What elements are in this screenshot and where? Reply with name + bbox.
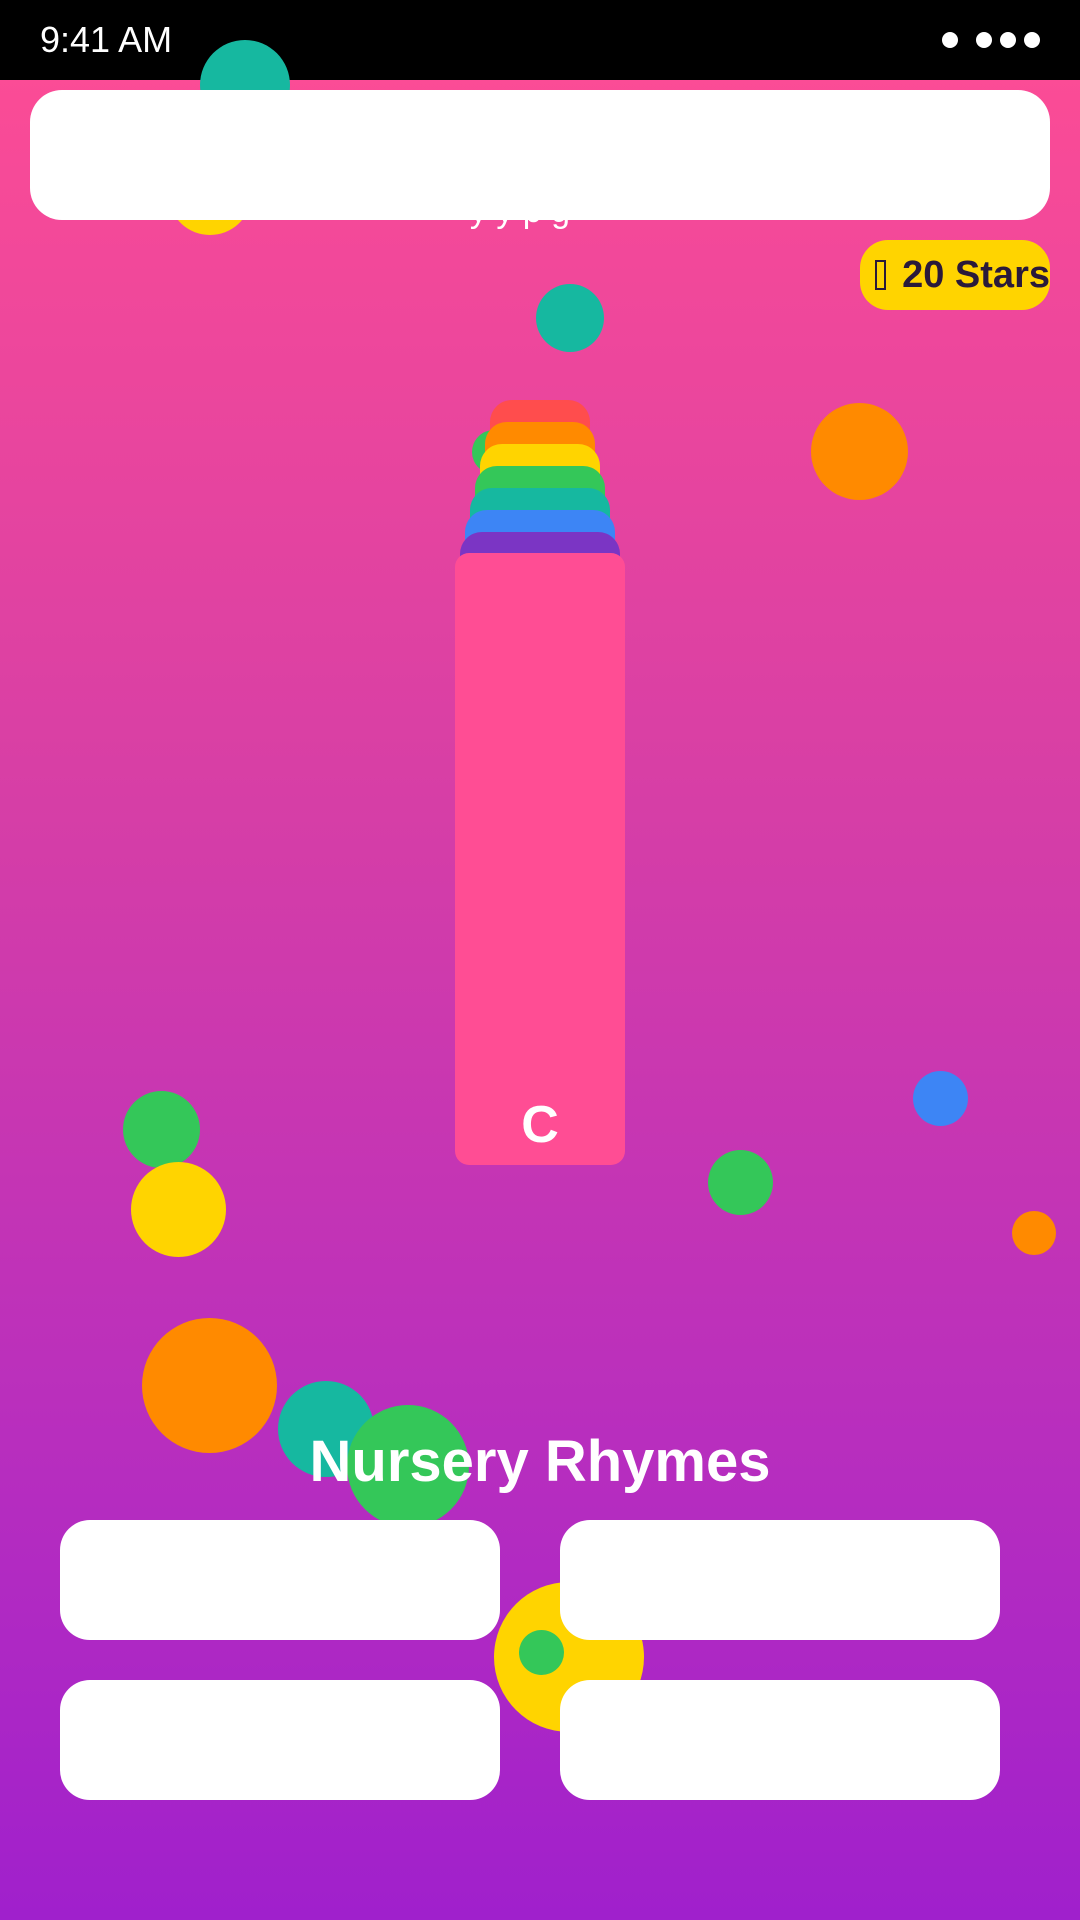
stars-label: 20 Stars: [902, 253, 1050, 296]
status-bar: 9:41 AM: [0, 0, 1080, 80]
bubble-teal: [536, 284, 604, 352]
signal-icon: [942, 32, 1040, 48]
bubble-green: [708, 1150, 773, 1215]
option-card-3[interactable]: [60, 1680, 500, 1800]
bubble-green: [123, 1091, 200, 1168]
bubble-blue: [913, 1071, 968, 1126]
status-time: 9:41 AM: [40, 19, 173, 60]
header-panel: [30, 90, 1050, 220]
bubble-orange: [811, 403, 908, 500]
option-card-1[interactable]: [60, 1520, 500, 1640]
bubble-green: [519, 1630, 564, 1675]
option-card-2[interactable]: [560, 1520, 1000, 1640]
bubble-yellow: [131, 1162, 226, 1257]
crayon-letter: C: [521, 1096, 559, 1154]
star-icon: [875, 260, 887, 290]
crayon-card[interactable]: C: [455, 553, 625, 1165]
section-title: Nursery Rhymes: [309, 1429, 771, 1494]
stars-badge: 20 Stars: [860, 240, 1050, 310]
option-card-4[interactable]: [560, 1680, 1000, 1800]
bubble-orange: [1012, 1211, 1056, 1255]
